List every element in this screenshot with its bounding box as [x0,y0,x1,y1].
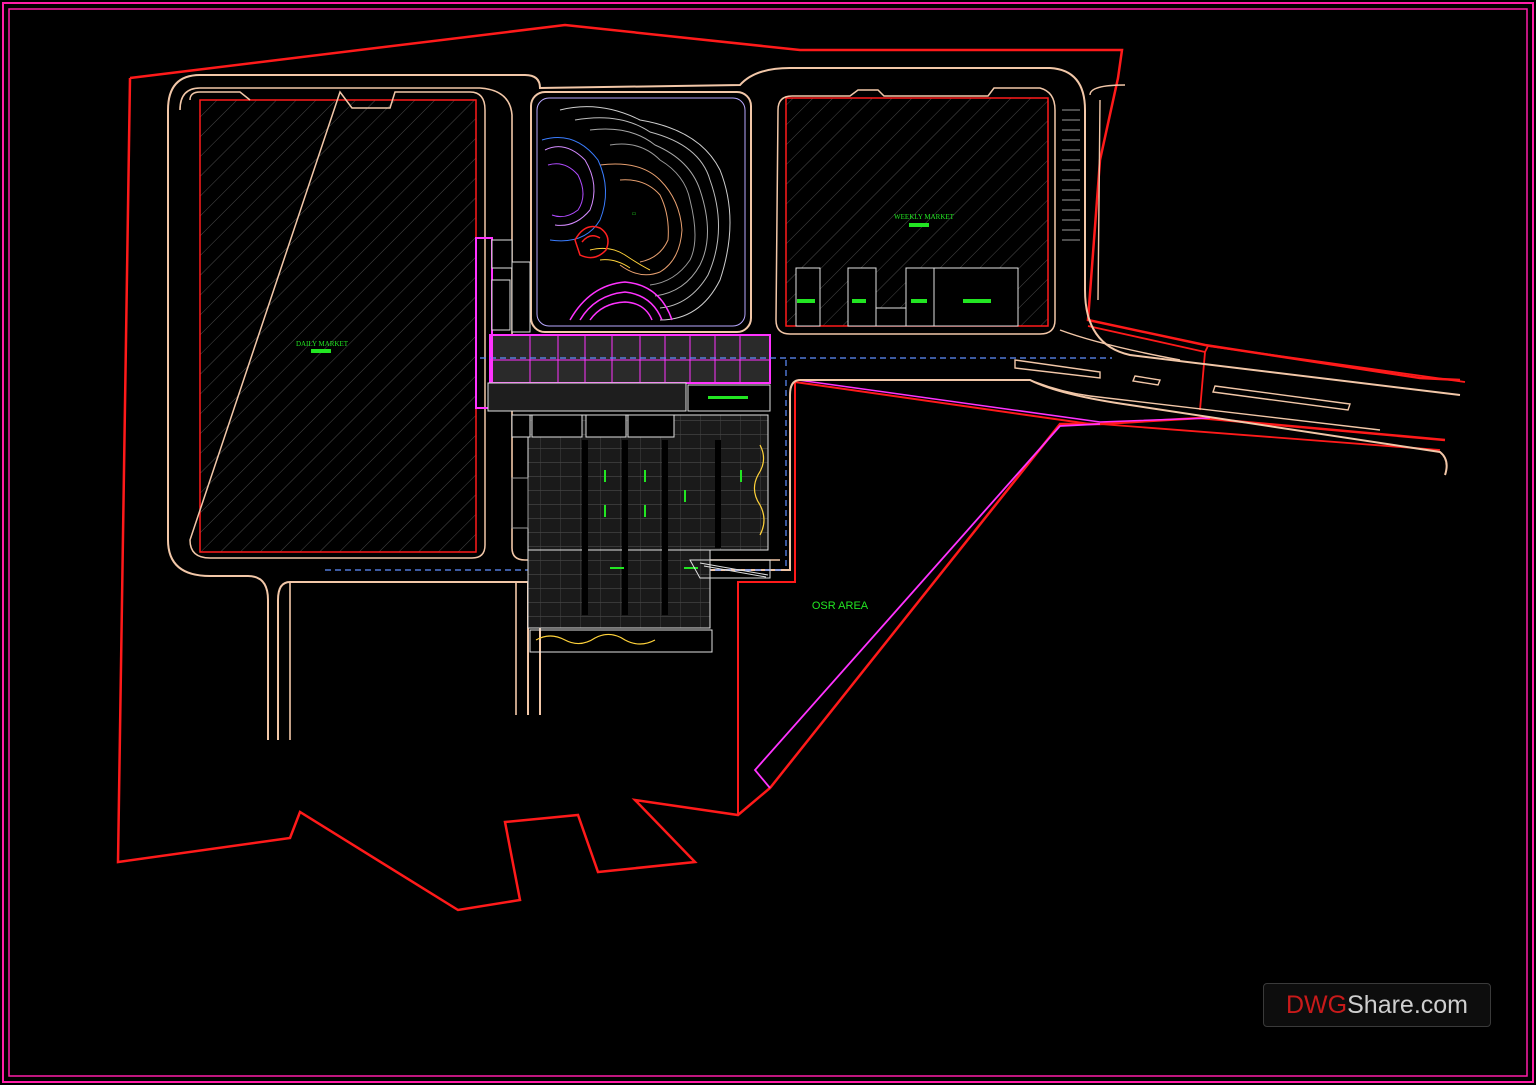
watermark-prefix: DWG [1286,990,1348,1019]
parking-bottom-landscape [535,633,656,645]
park-label-mark: ▭ [632,211,637,217]
daily-market-tag [311,349,331,353]
daily-market-block [199,99,477,553]
magenta-diagonal-boundary [753,423,1101,789]
magenta-road-edge [797,379,1211,423]
west-stairs [511,477,529,529]
parking-grid-lower [527,549,711,629]
cad-drawing-canvas: DAILY MARKET ▭ WEEKLY MARKET OSR AREA [2,2,1534,1083]
dwgshare-watermark: DWG Share.com [1263,983,1491,1027]
central-plaza-strip [489,334,771,384]
small-service-rooms [491,239,531,333]
osr-area-label: OSR AREA [812,600,869,612]
weekly-market-label: WEEKLY MARKET [894,213,955,221]
parking-bottom-strip [529,629,713,653]
east-stairs [1062,109,1080,241]
plaza-east-room-tag [708,396,748,399]
road-east-entry-curve [1089,84,1126,301]
parking-top-rooms [511,414,675,438]
watermark-suffix: Share.com [1347,990,1468,1019]
plaza-lower-band [487,382,687,412]
daily-market-label: DAILY MARKET [296,340,349,348]
